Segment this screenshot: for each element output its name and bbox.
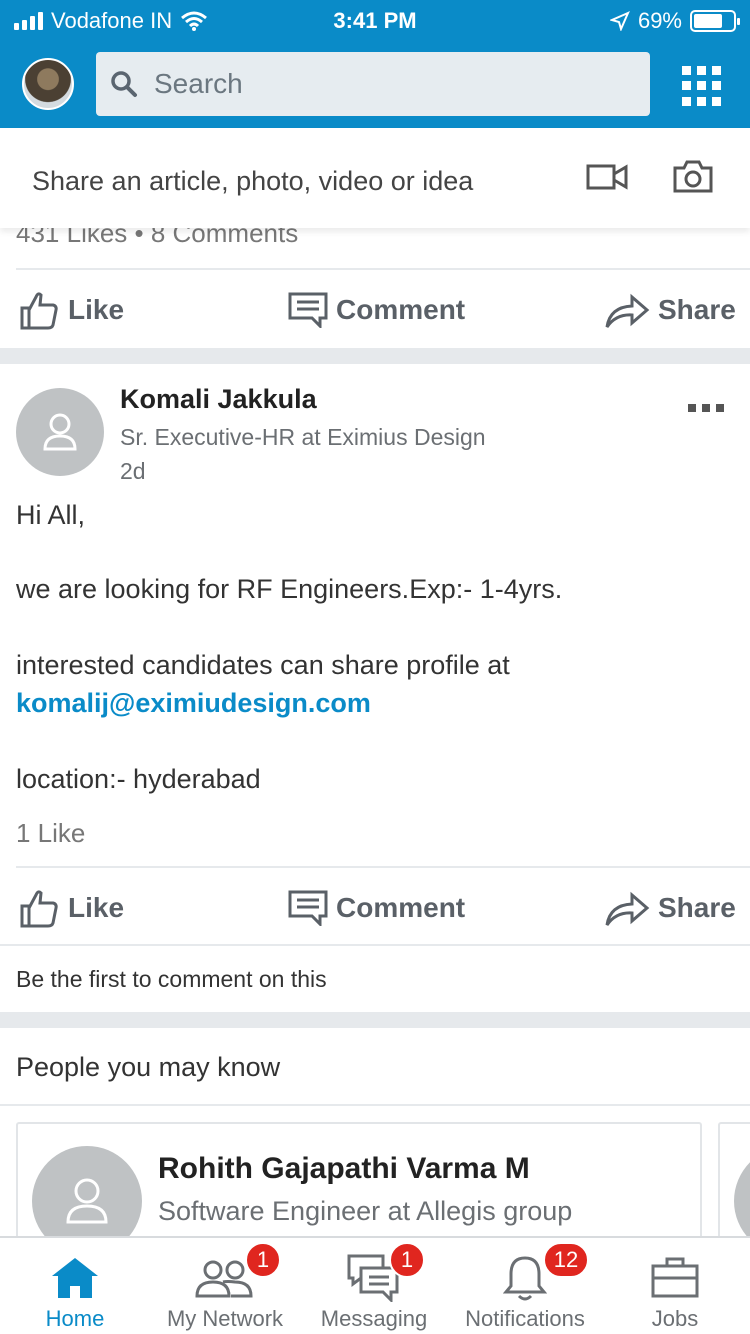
post-text-line: interested candidates can share profile … <box>16 650 510 680</box>
divider <box>0 944 750 946</box>
comment-label: Comment <box>336 294 466 325</box>
like-label: Like <box>68 892 125 923</box>
more-options-icon[interactable] <box>688 404 724 412</box>
post-likes-count[interactable]: 1 Like <box>16 818 85 849</box>
like-button[interactable]: Like <box>18 868 124 948</box>
messaging-icon: 1 <box>347 1242 425 1302</box>
pymk-card-next[interactable] <box>718 1122 750 1252</box>
comment-label: Comment <box>336 892 466 923</box>
search-placeholder: Search <box>154 68 243 99</box>
divider <box>0 1104 750 1106</box>
author-name[interactable]: Komali Jakkula <box>120 384 317 415</box>
comment-icon <box>288 292 328 328</box>
home-icon <box>50 1254 100 1302</box>
nav-jobs[interactable]: Jobs <box>630 1238 720 1334</box>
share-button[interactable]: Share <box>604 270 736 350</box>
nav-home[interactable]: Home <box>30 1238 120 1334</box>
search-icon <box>111 71 137 97</box>
author-avatar[interactable] <box>16 388 104 476</box>
feed-separator <box>0 348 750 364</box>
messaging-badge: 1 <box>389 1242 425 1278</box>
video-camera-icon[interactable] <box>586 162 628 192</box>
pymk-name[interactable]: Rohith Gajapathi Varma M <box>158 1152 530 1186</box>
nav-my-network[interactable]: 1 My Network <box>160 1238 290 1334</box>
network-people-icon: 1 <box>193 1242 281 1302</box>
nav-jobs-label: Jobs <box>651 1306 699 1331</box>
battery-percent: 69% <box>637 8 682 33</box>
pymk-title: People you may know <box>16 1052 281 1082</box>
thumbs-up-icon <box>20 890 58 928</box>
comment-button[interactable]: Comment <box>288 868 465 948</box>
top-bar: Vodafone IN 3:41 PM 69% Search <box>0 0 750 128</box>
share-arrow-icon <box>605 293 650 328</box>
battery-icon <box>690 10 740 32</box>
bottom-nav: Home 1 My Network 1 Messaging 12 Notific… <box>0 1236 750 1334</box>
nav-messaging-label: Messaging <box>320 1306 428 1331</box>
person-placeholder-icon <box>43 413 77 451</box>
status-right: 69% <box>609 8 740 34</box>
pymk-card[interactable]: Rohith Gajapathi Varma M Software Engine… <box>16 1122 702 1252</box>
network-badge: 1 <box>245 1242 281 1278</box>
bell-icon: 12 <box>503 1242 589 1302</box>
share-box[interactable]: Share an article, photo, video or idea <box>0 128 750 228</box>
camera-icon[interactable] <box>672 158 714 194</box>
share-label: Share <box>658 294 736 325</box>
post-email-link[interactable]: komalij@eximiudesign.com <box>16 688 371 719</box>
author-headline: Sr. Executive-HR at Eximius Design <box>120 424 486 450</box>
like-button[interactable]: Like <box>18 270 124 350</box>
nav-home-label: Home <box>45 1306 105 1331</box>
briefcase-icon <box>650 1254 700 1302</box>
post-text-line: Hi All, <box>16 500 86 530</box>
share-label: Share <box>658 892 736 923</box>
share-button[interactable]: Share <box>604 868 736 948</box>
post-time: 2d <box>120 458 146 484</box>
share-prompt[interactable]: Share an article, photo, video or idea <box>32 166 473 197</box>
nav-messaging[interactable]: 1 Messaging <box>318 1238 430 1334</box>
nav-notifications-label: Notifications <box>465 1306 585 1331</box>
nav-notifications[interactable]: 12 Notifications <box>458 1238 592 1334</box>
apps-grid-icon[interactable] <box>682 66 722 106</box>
search-input[interactable]: Search <box>96 52 650 116</box>
thumbs-up-icon <box>20 292 58 330</box>
profile-avatar[interactable] <box>22 58 74 110</box>
nav-my-network-label: My Network <box>166 1306 284 1331</box>
post-text-line: location:- hyderabad <box>16 764 261 794</box>
person-placeholder-icon <box>66 1178 108 1224</box>
comment-icon <box>288 890 328 926</box>
comment-prompt[interactable]: Be the first to comment on this <box>16 966 327 993</box>
notifications-badge: 12 <box>543 1242 589 1278</box>
post-text-line: we are looking for RF Engineers.Exp:- 1-… <box>16 574 563 604</box>
share-arrow-icon <box>605 891 650 926</box>
pymk-headline: Software Engineer at Allegis group <box>158 1196 573 1226</box>
comment-button[interactable]: Comment <box>288 270 465 350</box>
status-bar: Vodafone IN 3:41 PM 69% <box>0 0 750 42</box>
feed-separator <box>0 1012 750 1028</box>
prev-post-actions: Like Comment Share <box>0 270 750 350</box>
like-label: Like <box>68 294 125 325</box>
location-arrow-icon <box>609 11 630 31</box>
post-actions: Like Comment Share <box>0 868 750 948</box>
